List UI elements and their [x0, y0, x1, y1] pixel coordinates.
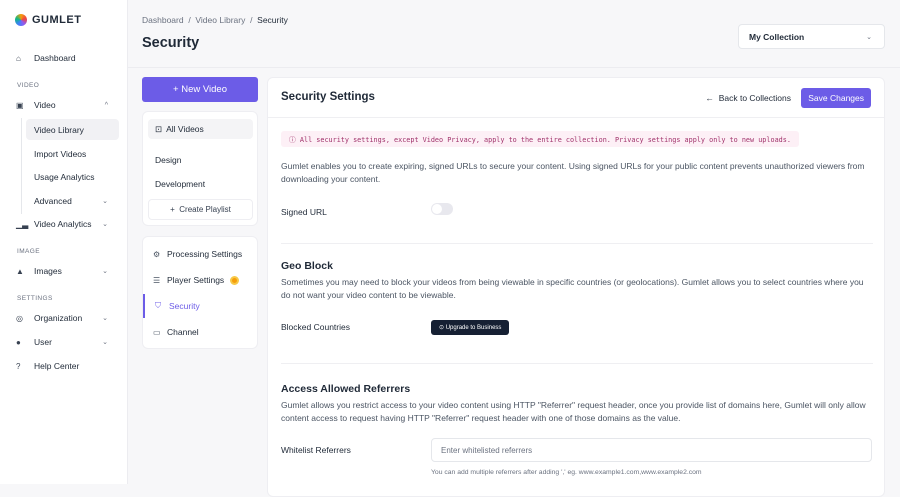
tab-security[interactable]: ⛉ Security: [143, 294, 257, 318]
info-icon: ⓘ: [289, 136, 300, 144]
security-settings-panel: Security Settings ← Back to Collections …: [267, 77, 885, 497]
page-title: Security: [142, 35, 200, 51]
collection-select[interactable]: My Collection ⌄: [738, 24, 885, 49]
bar-chart-icon: ▁▃: [16, 219, 29, 229]
chevron-up-icon: ^: [104, 101, 108, 109]
tab-channel[interactable]: ▭ Channel: [143, 320, 257, 344]
sliders-icon: ☰: [153, 275, 161, 285]
geo-block-description: Sometimes you may need to block your vid…: [281, 277, 864, 300]
playlist-panel: ⊡ All Videos Design Development + Create …: [142, 111, 258, 226]
tab-player-settings[interactable]: ☰ Player Settings: [143, 268, 257, 292]
upgrade-to-business-button[interactable]: ⊙ Upgrade to Business: [431, 320, 510, 335]
info-note: ⓘ All security settings, except Video Pr…: [281, 131, 799, 147]
badge-dot-icon: [230, 275, 240, 285]
chevron-down-icon: ⌄: [102, 315, 108, 322]
whitelist-referrers-label: Whitelist Referrers: [281, 445, 351, 455]
breadcrumb-current: Security: [257, 15, 288, 25]
chevron-down-icon: ⌄: [102, 339, 108, 346]
upgrade-icon: ⊙: [439, 325, 446, 331]
sidebar-item-usage-analytics[interactable]: Usage Analytics: [26, 166, 119, 187]
sidebar-item-video[interactable]: ▣ Video ^: [0, 95, 128, 115]
settings-tabs: ⚙ Processing Settings ☰ Player Settings ⛉ S…: [142, 236, 258, 349]
gear-icon: ⚙: [153, 249, 161, 259]
breadcrumb-video-library[interactable]: Video Library: [195, 15, 245, 25]
image-icon: ▲: [16, 266, 24, 276]
breadcrumb: Dashboard / Video Library / Security: [142, 15, 288, 25]
video-icon: ▣: [16, 100, 24, 110]
breadcrumb-dashboard[interactable]: Dashboard: [142, 15, 184, 25]
new-video-button[interactable]: + New Video: [142, 77, 258, 102]
signed-url-description: Gumlet enables you to create expiring, s…: [281, 161, 865, 184]
arrow-left-icon: ←: [705, 93, 719, 103]
section-label-image: IMAGE: [17, 248, 40, 255]
playlist-all-videos[interactable]: ⊡ All Videos: [148, 119, 253, 139]
divider: [281, 363, 873, 364]
header-divider: [128, 67, 900, 68]
sidebar-item-help-center[interactable]: ? Help Center: [0, 356, 128, 376]
toggle-knob: [432, 204, 442, 214]
submenu-line: [21, 118, 22, 214]
sidebar-item-import-videos[interactable]: Import Videos: [26, 143, 119, 164]
globe-icon: ◎: [16, 313, 23, 323]
whitelist-hint: You can add multiple referrers after add…: [431, 469, 702, 476]
plus-icon: +: [170, 205, 180, 214]
gumlet-logo[interactable]: GUMLET: [15, 14, 81, 26]
whitelist-referrers-input[interactable]: Enter whitelisted referrers: [431, 438, 872, 462]
chevron-down-icon: ⌄: [866, 33, 872, 41]
playlist-item[interactable]: Development: [143, 179, 257, 189]
signed-url-toggle[interactable]: [431, 203, 453, 215]
geo-block-title: Geo Block: [281, 260, 333, 272]
section-label-settings: SETTINGS: [17, 295, 53, 302]
home-icon: ⌂: [16, 53, 21, 63]
save-changes-button[interactable]: Save Changes: [801, 88, 871, 108]
tab-processing-settings[interactable]: ⚙ Processing Settings: [143, 242, 257, 266]
playlist-item[interactable]: Design: [143, 155, 257, 165]
divider: [281, 243, 873, 244]
sidebar-item-advanced[interactable]: Advanced ⌄: [26, 190, 119, 211]
chevron-down-icon: ⌄: [102, 268, 108, 275]
blocked-countries-label: Blocked Countries: [281, 322, 350, 332]
video-folder-icon: ⊡: [155, 123, 163, 134]
sidebar-item-images[interactable]: ▲ Images ⌄: [0, 261, 128, 281]
chevron-down-icon: ⌄: [102, 197, 108, 205]
section-label-video: VIDEO: [17, 82, 40, 89]
referrers-description: Gumlet allows you restrict access to you…: [281, 400, 866, 423]
back-to-collections-button[interactable]: ← Back to Collections: [705, 93, 791, 103]
sidebar-item-dashboard[interactable]: ⌂ Dashboard: [0, 48, 128, 68]
referrers-title: Access Allowed Referrers: [281, 383, 411, 395]
sidebar-item-video-analytics[interactable]: ▁▃ Video Analytics ⌄: [0, 214, 128, 234]
shield-icon: ⛉: [155, 301, 161, 310]
sidebar-item-video-library[interactable]: Video Library: [26, 119, 119, 140]
monitor-icon: ▭: [153, 327, 161, 337]
gumlet-logo-icon: [15, 14, 27, 26]
panel-title: Security Settings: [281, 91, 375, 103]
sidebar-item-user[interactable]: ● User ⌄: [0, 332, 128, 352]
sidebar: GUMLET ⌂ Dashboard VIDEO ▣ Video ^ Video Li…: [0, 0, 128, 484]
create-playlist-button[interactable]: + Create Playlist: [148, 199, 253, 220]
chevron-down-icon: ⌄: [102, 221, 108, 228]
user-icon: ●: [16, 337, 21, 347]
sidebar-item-organization[interactable]: ◎ Organization ⌄: [0, 308, 128, 328]
plus-icon: +: [173, 84, 182, 95]
help-icon: ?: [16, 361, 21, 371]
signed-url-label: Signed URL: [281, 207, 327, 217]
divider: [268, 117, 884, 118]
